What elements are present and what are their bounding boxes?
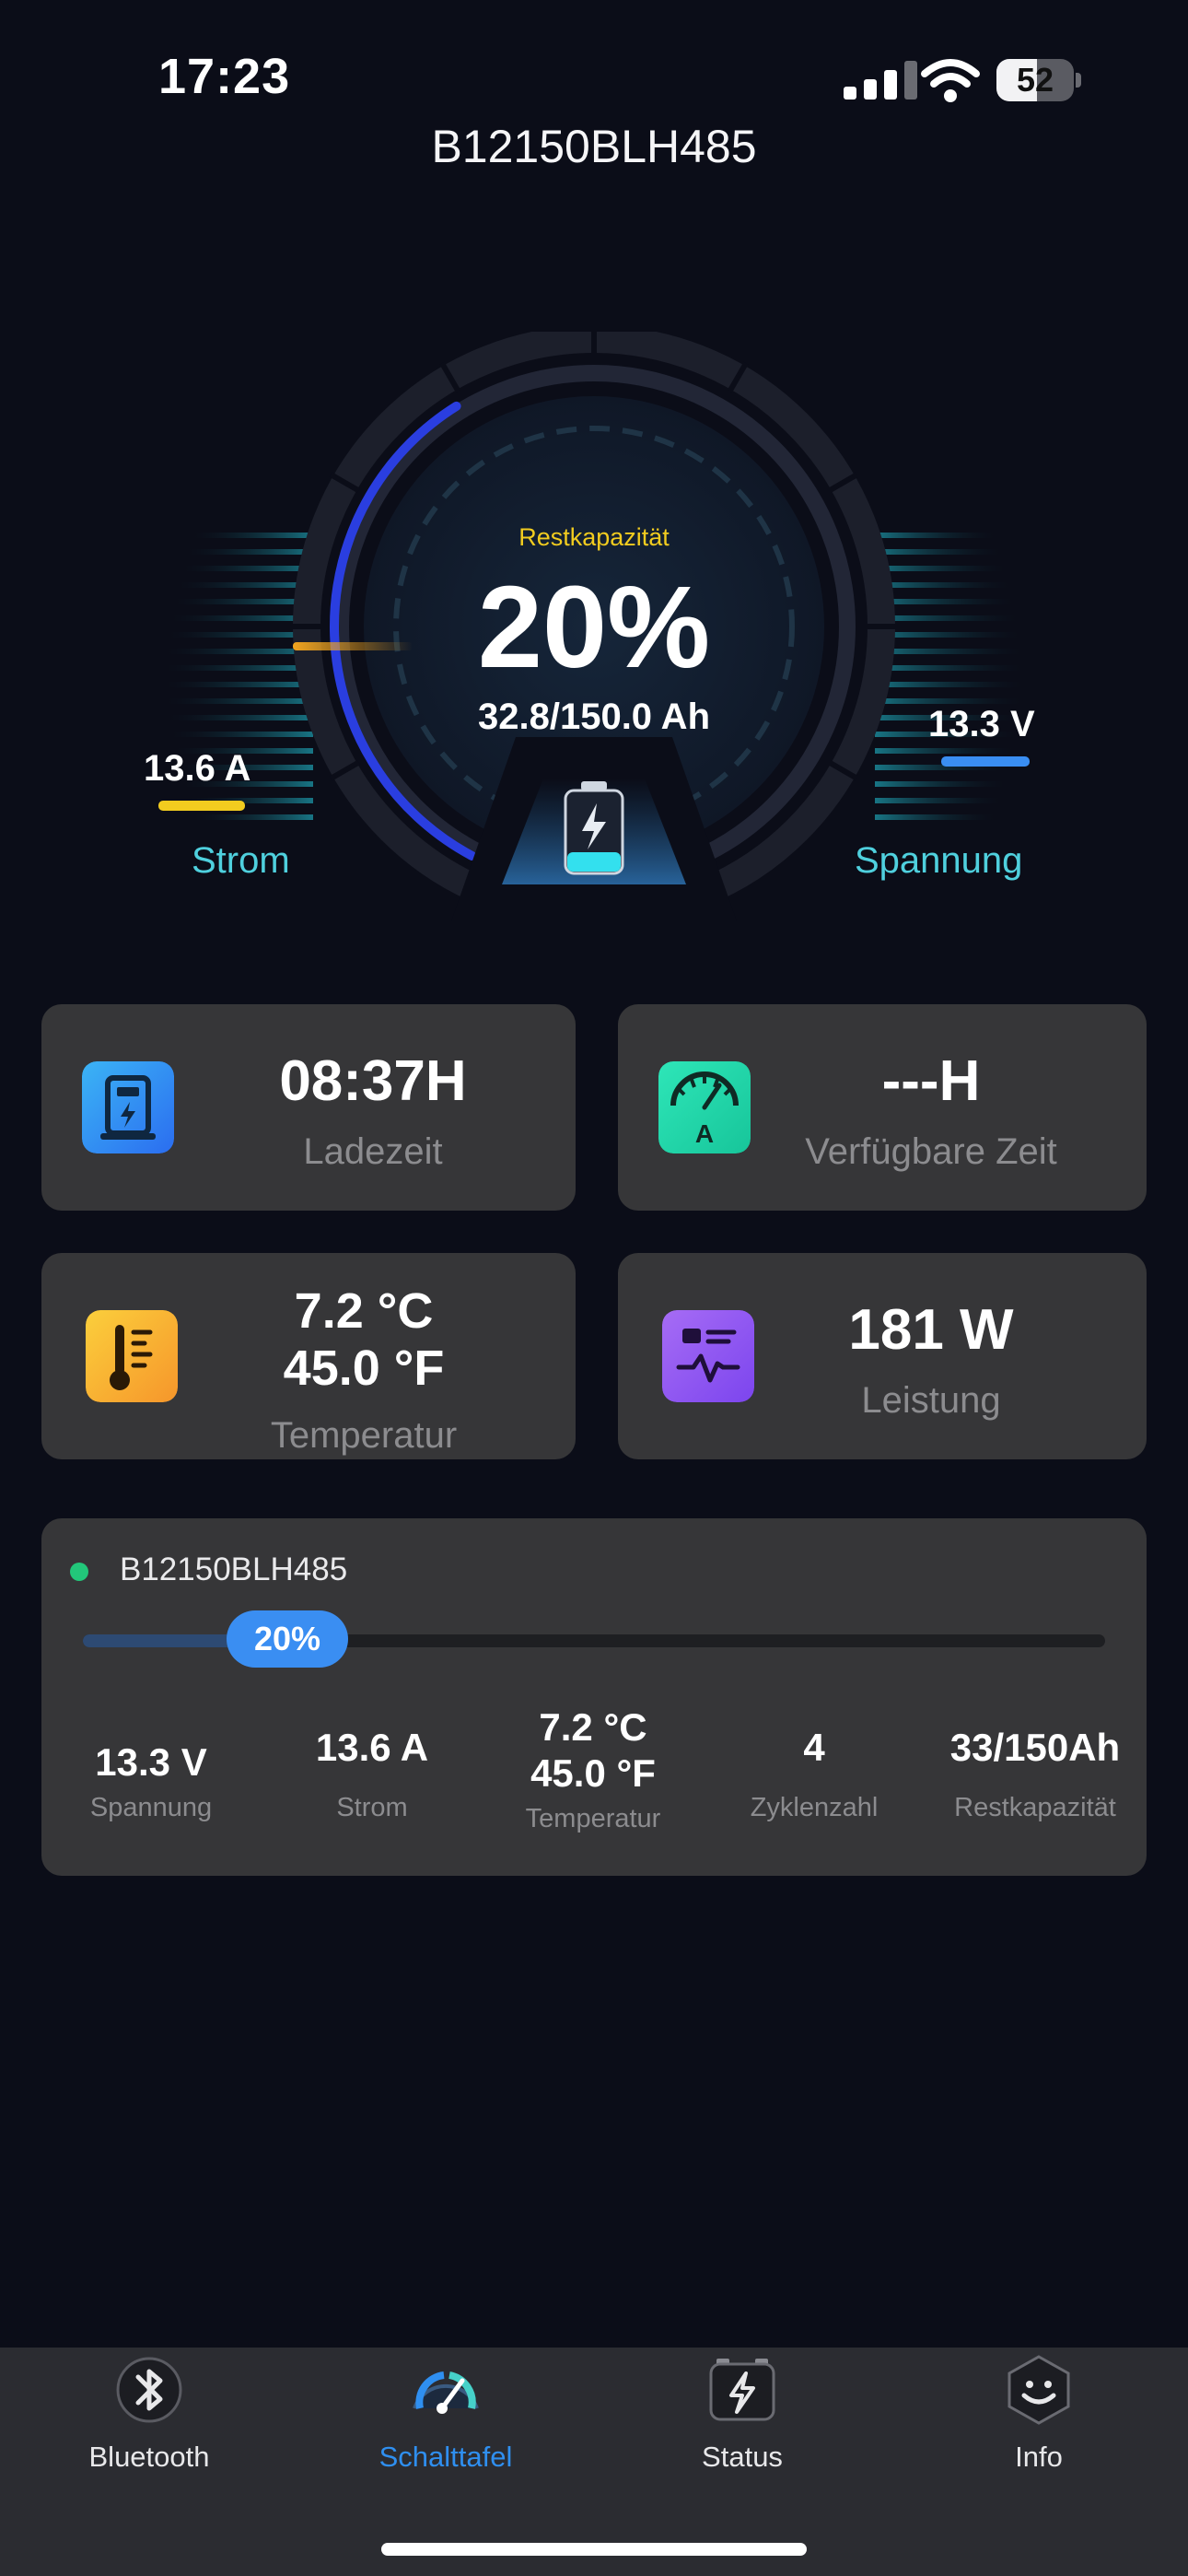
cellular-signal-icon	[844, 61, 917, 100]
battery-bolt-tab-icon	[709, 2359, 775, 2421]
available-time-card: A ---H Verfügbare Zeit	[618, 1004, 1147, 1211]
current-value: 13.6 A	[144, 748, 251, 789]
power-value: 181 W	[848, 1298, 1014, 1362]
temperature-fahrenheit: 45.0 °F	[283, 1341, 445, 1396]
thermometer-icon	[86, 1310, 178, 1402]
stat-cycles-label: Zyklenzahl	[750, 1793, 879, 1822]
tab-info-label: Info	[1015, 2441, 1063, 2473]
power-monitor-icon	[662, 1310, 754, 1402]
home-indicator[interactable]	[381, 2543, 807, 2556]
tab-status-label: Status	[702, 2441, 783, 2473]
battery-percent-text: 52	[1016, 61, 1054, 99]
battery-bolt-icon	[564, 781, 624, 875]
capacity-percent-badge: 20%	[227, 1610, 348, 1668]
tab-info[interactable]: Info	[928, 2351, 1149, 2474]
connection-status-dot	[70, 1563, 88, 1581]
charging-station-icon	[82, 1061, 174, 1153]
available-time-value: ---H	[881, 1049, 981, 1113]
current-label: Strom	[192, 840, 290, 881]
stat-voltage: 13.3 V Spannung	[41, 1739, 262, 1823]
stat-remaining-label: Restkapazität	[954, 1793, 1116, 1822]
power-card: 181 W Leistung	[618, 1253, 1147, 1459]
stat-current: 13.6 A Strom	[262, 1725, 483, 1823]
temperature-card: 7.2 °C 45.0 °F Temperatur	[41, 1253, 576, 1459]
stat-current-label: Strom	[336, 1793, 408, 1822]
charge-time-value: 08:37H	[279, 1049, 467, 1113]
gauge-label: Restkapazität	[518, 523, 670, 551]
page-title: B12150BLH485	[431, 121, 757, 172]
voltage-label: Spannung	[855, 840, 1023, 881]
temperature-label: Temperatur	[270, 1415, 458, 1456]
tab-schalttafel[interactable]: Schalttafel	[335, 2351, 556, 2474]
battery-panel-name: B12150BLH485	[120, 1551, 348, 1587]
charge-time-card: 08:37H Ladezeit	[41, 1004, 576, 1211]
ammeter-icon: A	[658, 1061, 751, 1153]
status-time: 17:23	[158, 49, 291, 104]
tab-schalttafel-label: Schalttafel	[379, 2441, 513, 2473]
stat-current-value: 13.6 A	[315, 1726, 429, 1769]
gauge-percent: 20%	[477, 562, 711, 692]
stat-cycles-value: 4	[803, 1726, 825, 1769]
stat-temperature: 7.2 °C 45.0 °F Temperatur	[483, 1704, 704, 1834]
wifi-icon	[921, 59, 980, 102]
tab-bluetooth-label: Bluetooth	[88, 2441, 210, 2473]
stat-temperature-label: Temperatur	[525, 1804, 661, 1833]
stat-remaining-value: 33/150Ah	[949, 1726, 1121, 1769]
tab-bluetooth[interactable]: Bluetooth	[39, 2351, 260, 2474]
stat-temperature-value: 7.2 °C 45.0 °F	[530, 1705, 656, 1795]
charge-time-label: Ladezeit	[303, 1131, 443, 1172]
stat-cycles: 4 Zyklenzahl	[704, 1725, 925, 1823]
available-time-label: Verfügbare Zeit	[805, 1131, 1057, 1172]
smiley-hexagon-icon	[1007, 2355, 1070, 2425]
power-label: Leistung	[861, 1380, 1001, 1421]
bluetooth-icon	[116, 2357, 182, 2423]
voltage-value: 13.3 V	[928, 704, 1035, 744]
speedometer-icon	[413, 2371, 479, 2414]
svg-text:A: A	[695, 1119, 714, 1148]
battery-status-icon: 52	[996, 59, 1081, 101]
stat-remaining-capacity: 33/150Ah Restkapazität	[925, 1725, 1146, 1823]
stat-voltage-value: 13.3 V	[95, 1740, 207, 1784]
stat-voltage-label: Spannung	[89, 1793, 213, 1822]
temperature-celsius: 7.2 °C	[294, 1283, 434, 1339]
tab-status[interactable]: Status	[632, 2351, 853, 2474]
